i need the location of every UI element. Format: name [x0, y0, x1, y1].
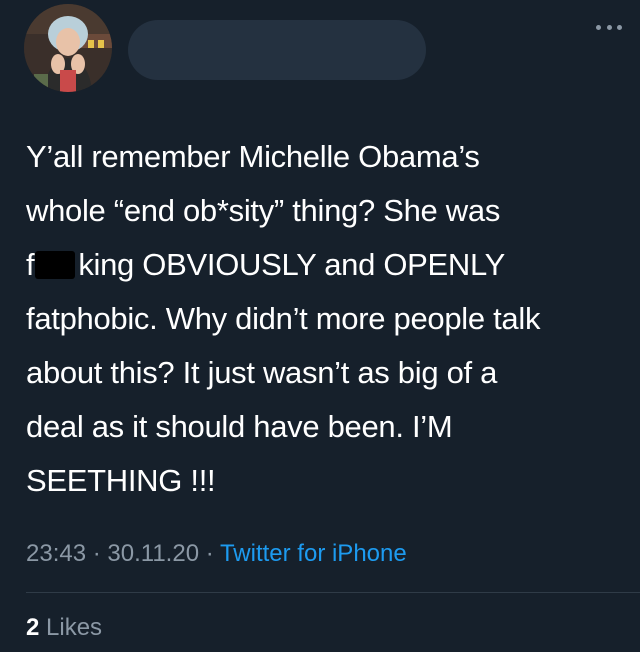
likes-label: Likes: [46, 614, 103, 641]
tweet-time: 23:43: [26, 540, 87, 567]
avatar[interactable]: [24, 4, 112, 92]
more-options-icon[interactable]: [596, 20, 622, 34]
tweet-date: 30.11.20: [107, 540, 200, 567]
tweet-text-fragment: king OBVIOUSLY and OPENLY: [78, 247, 506, 282]
tweet-text: Y’all remember Michelle Obama’s whole “e…: [26, 130, 626, 508]
tweet-text-line: SEETHING !!!: [26, 463, 216, 498]
tweet-text-fragment: f: [26, 247, 35, 282]
tweet-text-line: deal as it should have been. I’M: [26, 409, 453, 444]
tweet-text-line: Y’all remember Michelle Obama’s: [26, 139, 480, 174]
likes-count: 2: [26, 614, 40, 641]
meta-separator: ·: [205, 540, 214, 567]
redacted-username[interactable]: [128, 20, 426, 80]
tweet-text-line: whole “end ob*sity” thing? She was: [26, 193, 501, 228]
tweet-meta: 23:43 · 30.11.20 · Twitter for iPhone: [26, 540, 407, 568]
censor-bar: [35, 251, 76, 279]
more-dot: [617, 24, 622, 30]
tweet-text-line: about this? It just wasn’t as big of a: [26, 355, 498, 390]
tweet-detail: Y’all remember Michelle Obama’s whole “e…: [0, 0, 640, 652]
more-dot: [606, 24, 612, 30]
profile-photo-icon: [24, 4, 112, 92]
tweet-text-line: f king OBVIOUSLY and OPENLY: [26, 238, 626, 292]
likes-link[interactable]: 2 Likes: [26, 614, 102, 642]
tweet-source-link[interactable]: Twitter for iPhone: [220, 540, 407, 567]
more-dot: [596, 24, 601, 30]
divider: [26, 592, 640, 593]
tweet-text-line: fatphobic. Why didn’t more people talk: [26, 301, 541, 336]
meta-separator: ·: [92, 540, 101, 567]
